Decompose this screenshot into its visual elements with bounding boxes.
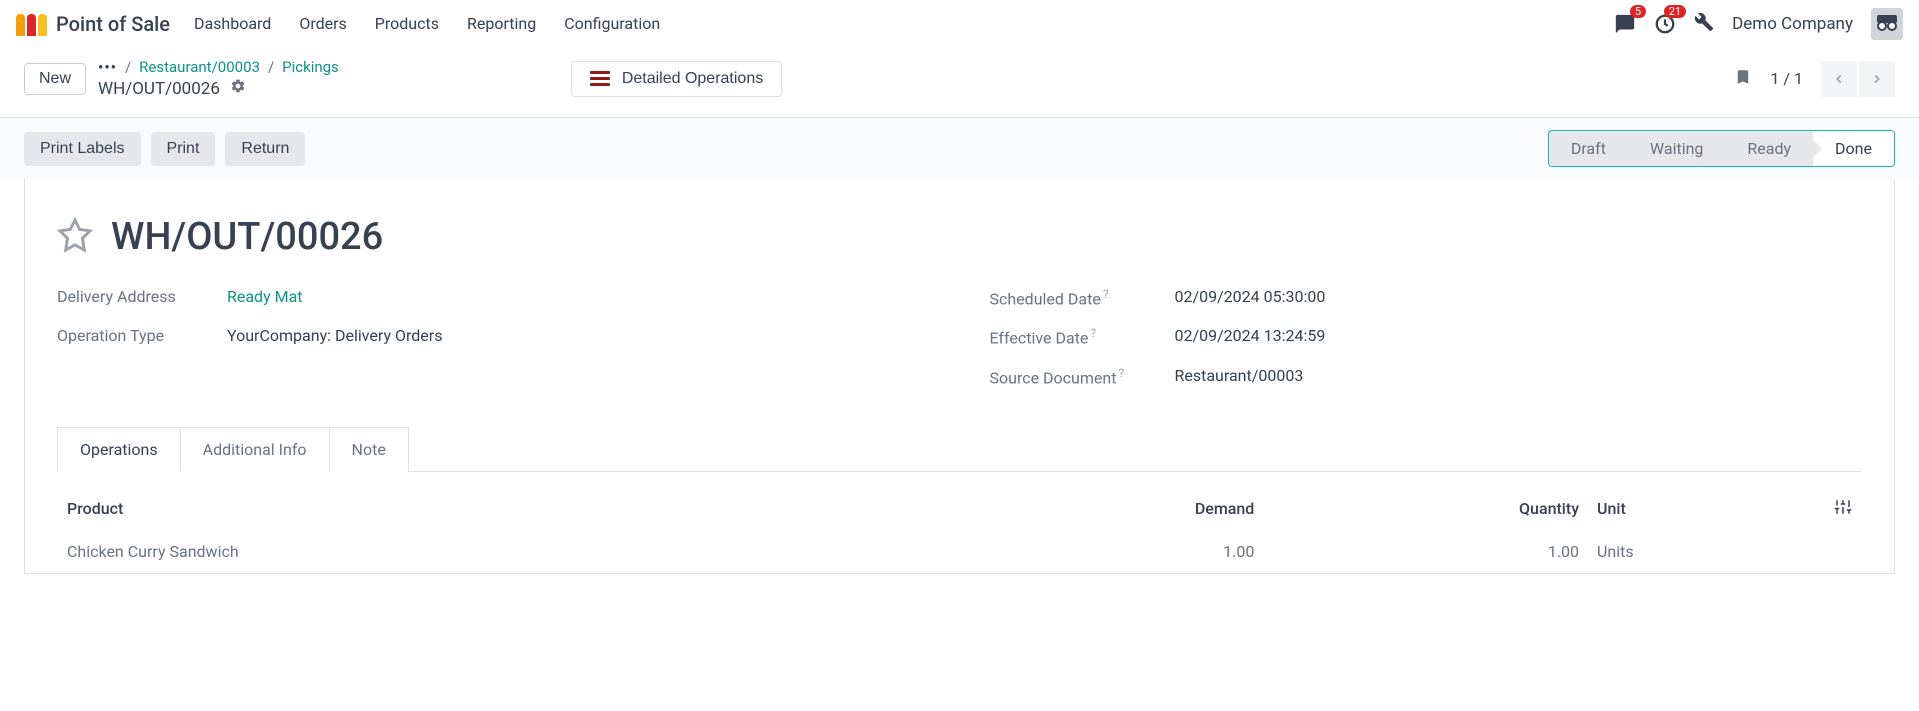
wrench-icon (1694, 12, 1714, 32)
record-card: WH/OUT/00026 Delivery Address Ready Mat … (24, 179, 1895, 574)
pager-prev-button[interactable] (1821, 61, 1857, 97)
tabs: Operations Additional Info Note (57, 427, 1862, 472)
label-effective-date: Effective Date? (990, 326, 1155, 347)
activities-button[interactable]: 21 (1654, 13, 1676, 35)
sliders-icon (1834, 498, 1852, 516)
top-nav: Point of Sale Dashboard Orders Products … (0, 0, 1919, 48)
tools-button[interactable] (1694, 12, 1714, 36)
nav-links: Dashboard Orders Products Reporting Conf… (194, 14, 660, 33)
tab-additional-info[interactable]: Additional Info (181, 427, 330, 472)
bookmark-icon (1734, 66, 1752, 88)
help-icon[interactable]: ? (1118, 366, 1124, 380)
help-icon[interactable]: ? (1103, 287, 1109, 301)
col-quantity[interactable]: Quantity (1264, 488, 1587, 530)
cell-quantity: 1.00 (1264, 532, 1587, 571)
bookmark-button[interactable] (1734, 66, 1752, 92)
status-waiting[interactable]: Waiting (1628, 131, 1725, 166)
chevron-right-icon (1870, 72, 1884, 86)
col-demand[interactable]: Demand (1047, 488, 1262, 530)
company-name[interactable]: Demo Company (1732, 14, 1853, 34)
label-scheduled-date: Scheduled Date? (990, 287, 1155, 308)
new-button[interactable]: New (24, 63, 86, 95)
messages-button[interactable]: 5 (1614, 13, 1636, 35)
gear-icon (230, 78, 246, 94)
table-row[interactable]: Chicken Curry Sandwich 1.00 1.00 Units (59, 532, 1860, 571)
value-delivery-address[interactable]: Ready Mat (227, 287, 303, 306)
detailed-operations-button[interactable]: Detailed Operations (571, 61, 782, 97)
nav-configuration[interactable]: Configuration (564, 14, 660, 33)
value-operation-type: YourCompany: Delivery Orders (227, 326, 442, 345)
breadcrumb-overflow[interactable]: ••• (98, 58, 117, 76)
record-settings-button[interactable] (230, 78, 246, 99)
tab-note[interactable]: Note (330, 427, 409, 472)
detailed-operations-label: Detailed Operations (622, 70, 763, 88)
return-button[interactable]: Return (225, 132, 305, 166)
label-operation-type: Operation Type (57, 326, 207, 345)
action-bar: Print Labels Print Return Draft Waiting … (0, 118, 1919, 179)
nav-dashboard[interactable]: Dashboard (194, 14, 271, 33)
status-ready[interactable]: Ready (1725, 131, 1813, 166)
nav-products[interactable]: Products (375, 14, 439, 33)
nav-right: 5 21 Demo Company (1614, 8, 1903, 40)
list-icon (590, 71, 610, 86)
avatar-icon (1871, 8, 1903, 40)
value-scheduled-date: 02/09/2024 05:30:00 (1175, 287, 1326, 306)
cell-unit: Units (1589, 532, 1804, 571)
status-draft[interactable]: Draft (1549, 131, 1628, 166)
label-source-document: Source Document? (990, 366, 1155, 387)
breadcrumb-restaurant[interactable]: Restaurant/00003 (139, 58, 260, 76)
tab-operations[interactable]: Operations (57, 427, 181, 472)
breadcrumb-current: WH/OUT/00026 (98, 79, 220, 99)
col-product[interactable]: Product (59, 488, 1045, 530)
print-button[interactable]: Print (151, 132, 216, 166)
cell-demand: 1.00 (1047, 532, 1262, 571)
value-effective-date: 02/09/2024 13:24:59 (1175, 326, 1326, 345)
app-logo-icon[interactable] (16, 12, 48, 36)
breadcrumb-sep: / (125, 58, 131, 76)
help-icon[interactable]: ? (1090, 326, 1096, 340)
col-unit[interactable]: Unit (1589, 488, 1804, 530)
cell-product: Chicken Curry Sandwich (59, 532, 1045, 571)
nav-reporting[interactable]: Reporting (467, 14, 536, 33)
operations-table: Product Demand Quantity Unit Chicken Cur… (57, 486, 1862, 573)
status-flow: Draft Waiting Ready Done (1548, 130, 1895, 167)
chevron-left-icon (1832, 72, 1846, 86)
value-source-document: Restaurant/00003 (1175, 366, 1304, 385)
pager-text: 1 / 1 (1770, 69, 1803, 88)
activities-badge: 21 (1664, 5, 1686, 18)
breadcrumb-sep: / (268, 58, 274, 76)
nav-orders[interactable]: Orders (299, 14, 346, 33)
print-labels-button[interactable]: Print Labels (24, 132, 141, 166)
breadcrumb: ••• / Restaurant/00003 / Pickings (98, 58, 339, 76)
favorite-toggle[interactable] (57, 217, 93, 257)
app-title[interactable]: Point of Sale (56, 12, 170, 36)
record-title: WH/OUT/00026 (111, 215, 383, 259)
star-icon (57, 217, 93, 253)
messages-badge: 5 (1630, 5, 1646, 18)
table-options-button[interactable] (1834, 498, 1852, 520)
pager-next-button[interactable] (1859, 61, 1895, 97)
label-delivery-address: Delivery Address (57, 287, 207, 306)
user-avatar[interactable] (1871, 8, 1903, 40)
subheader: New ••• / Restaurant/00003 / Pickings WH… (0, 48, 1919, 118)
breadcrumb-pickings[interactable]: Pickings (282, 58, 339, 76)
status-done[interactable]: Done (1813, 131, 1894, 166)
